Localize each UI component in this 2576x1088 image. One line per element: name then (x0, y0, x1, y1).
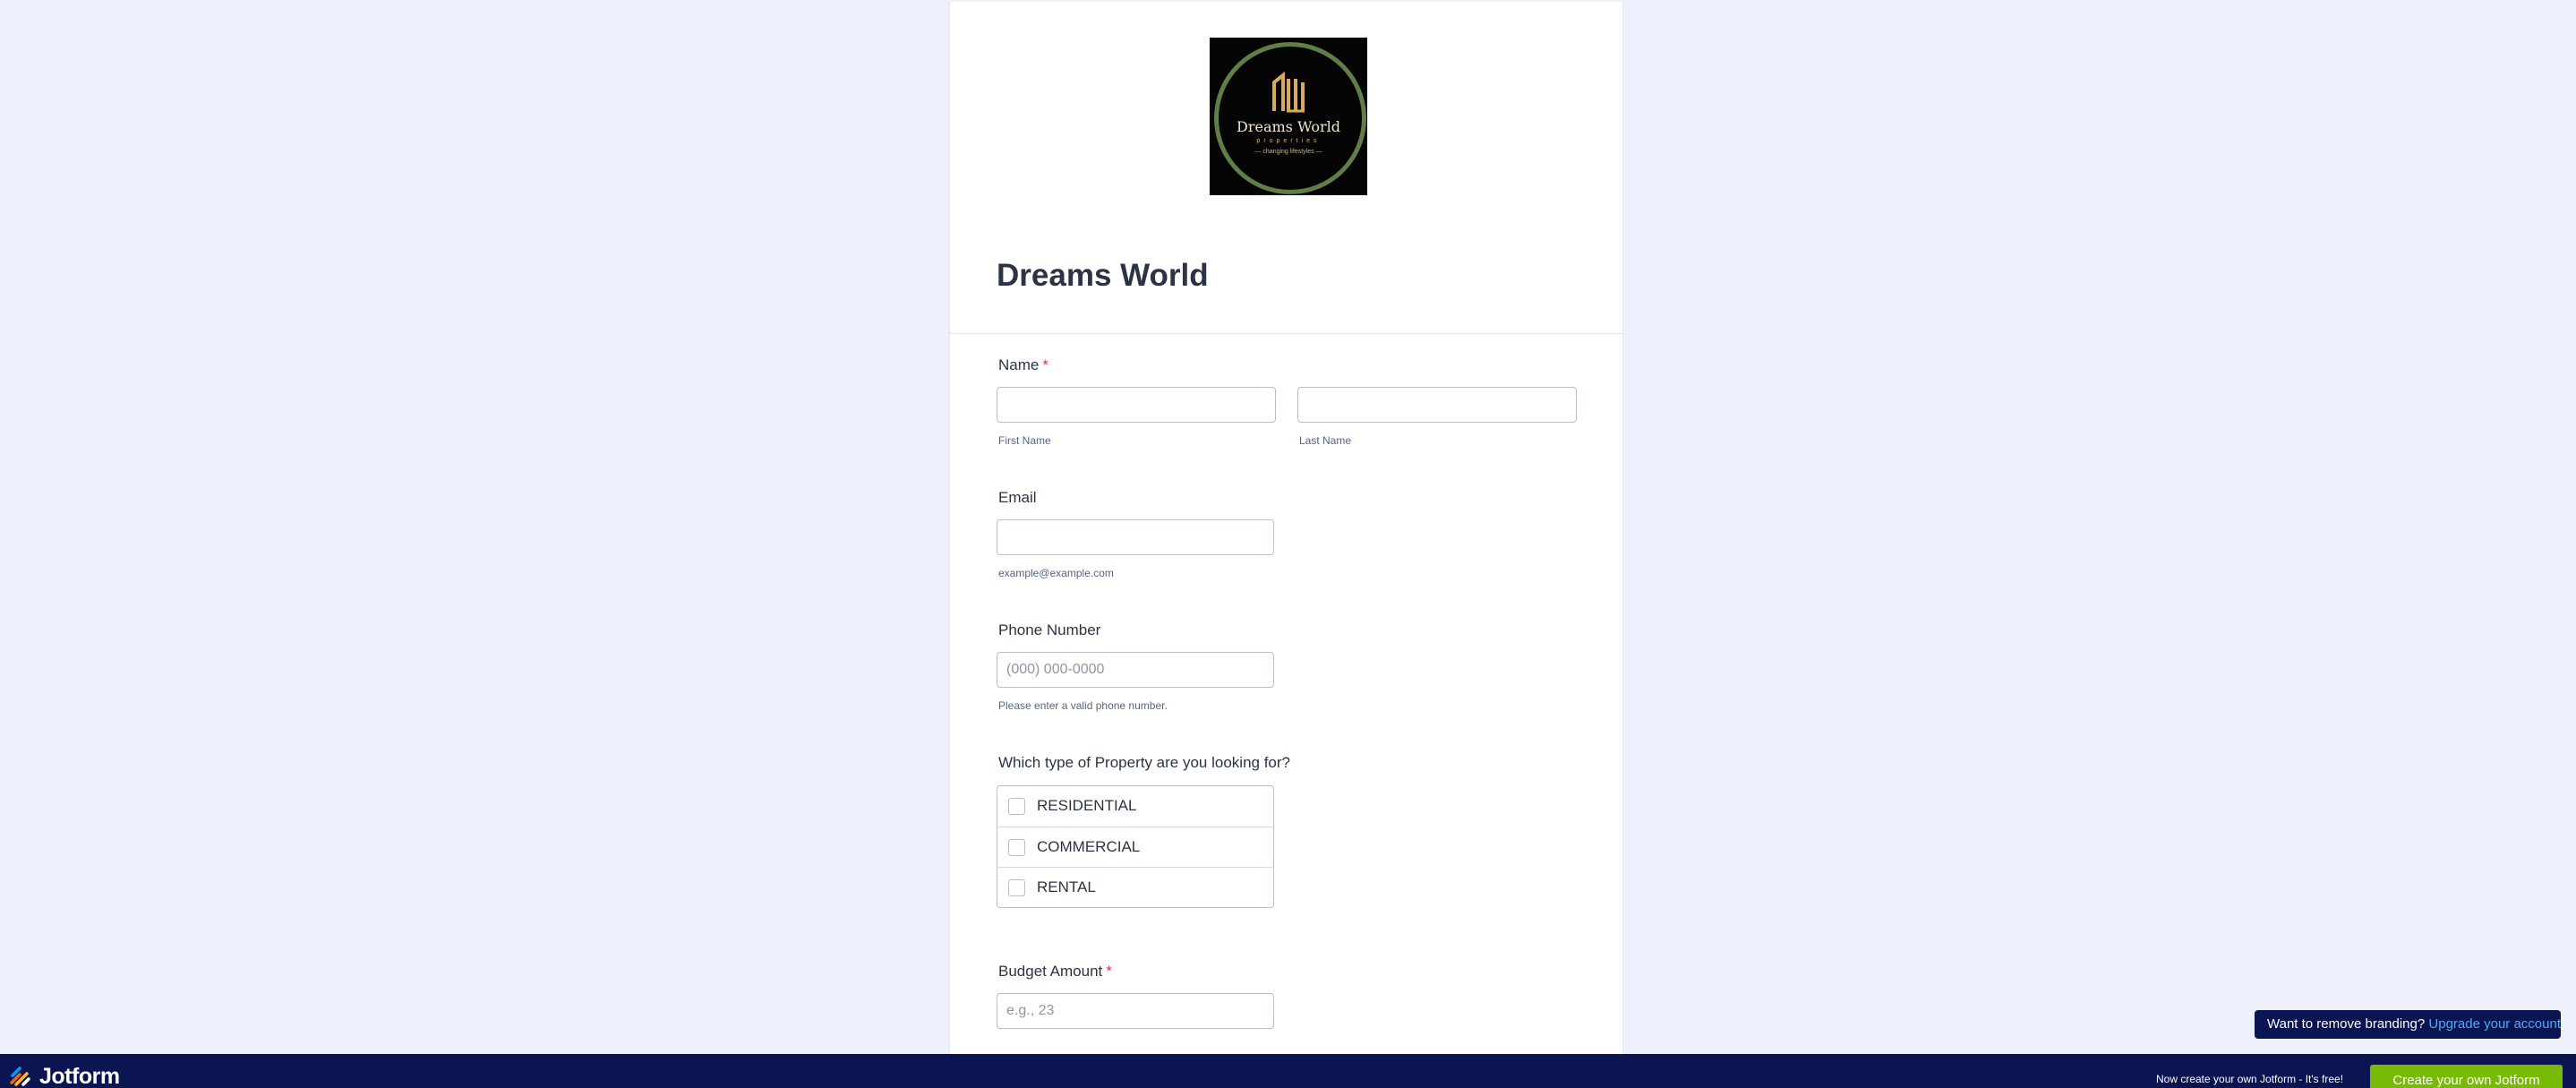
upgrade-account-link[interactable]: Upgrade your account (2428, 1016, 2561, 1032)
email-sublabel: example@example.com (998, 567, 1114, 579)
email-label: Email (998, 489, 1037, 506)
checkbox[interactable] (1008, 879, 1025, 896)
property-type-checkbox-group: RESIDENTIAL COMMERCIAL RENTAL (997, 785, 1274, 908)
checkbox[interactable] (1008, 839, 1025, 856)
header-divider (950, 333, 1622, 334)
page: Dreams World properties — changing lifes… (0, 0, 2576, 1088)
logo-tagline: — changing lifestyles — (1254, 149, 1322, 155)
checkbox-option-residential[interactable]: RESIDENTIAL (997, 786, 1273, 827)
phone-label: Phone Number (998, 621, 1101, 638)
required-asterisk: * (1042, 356, 1048, 373)
logo-title: Dreams World (1237, 118, 1340, 135)
required-asterisk: * (1106, 963, 1112, 980)
property-type-label: Which type of Property are you looking f… (998, 754, 1290, 771)
email-input[interactable] (997, 519, 1274, 555)
phone-sublabel: Please enter a valid phone number. (998, 699, 1168, 712)
checkbox-label: RESIDENTIAL (1037, 797, 1137, 814)
footer-promo-text: Now create your own Jotform - It's free! (2156, 1073, 2344, 1085)
remove-branding-banner: Want to remove branding? Upgrade your ac… (2255, 1010, 2561, 1039)
checkbox-option-rental[interactable]: RENTAL (997, 867, 1273, 907)
last-name-sublabel: Last Name (1299, 434, 1352, 447)
last-name-input[interactable] (1297, 387, 1577, 423)
first-name-sublabel: First Name (998, 434, 1051, 447)
jotform-logo-icon[interactable] (9, 1065, 30, 1086)
company-logo: Dreams World properties — changing lifes… (1210, 38, 1367, 195)
create-jotform-button[interactable]: Create your own Jotform (2370, 1065, 2563, 1088)
first-name-input[interactable] (997, 387, 1276, 423)
phone-input[interactable] (997, 652, 1274, 688)
jotform-footer: Jotform Now create your own Jotform - It… (0, 1054, 2576, 1088)
budget-label-text: Budget Amount (998, 963, 1103, 980)
budget-label: Budget Amount * (998, 963, 1112, 981)
logo-subtitle: properties (1256, 138, 1321, 144)
form-title: Dreams World (997, 258, 1209, 293)
checkbox-label: COMMERCIAL (1037, 838, 1141, 855)
checkbox-label: RENTAL (1037, 878, 1096, 895)
building-logo-icon (1272, 72, 1305, 113)
name-label: Name * (998, 356, 1048, 374)
budget-input[interactable] (997, 993, 1274, 1029)
checkbox[interactable] (1008, 798, 1025, 815)
checkbox-option-commercial[interactable]: COMMERCIAL (997, 827, 1273, 867)
form-card: Dreams World properties — changing lifes… (949, 2, 1623, 1054)
name-label-text: Name (998, 356, 1040, 373)
branding-text: Want to remove branding? (2267, 1016, 2426, 1032)
jotform-wordmark[interactable]: Jotform (39, 1064, 120, 1088)
